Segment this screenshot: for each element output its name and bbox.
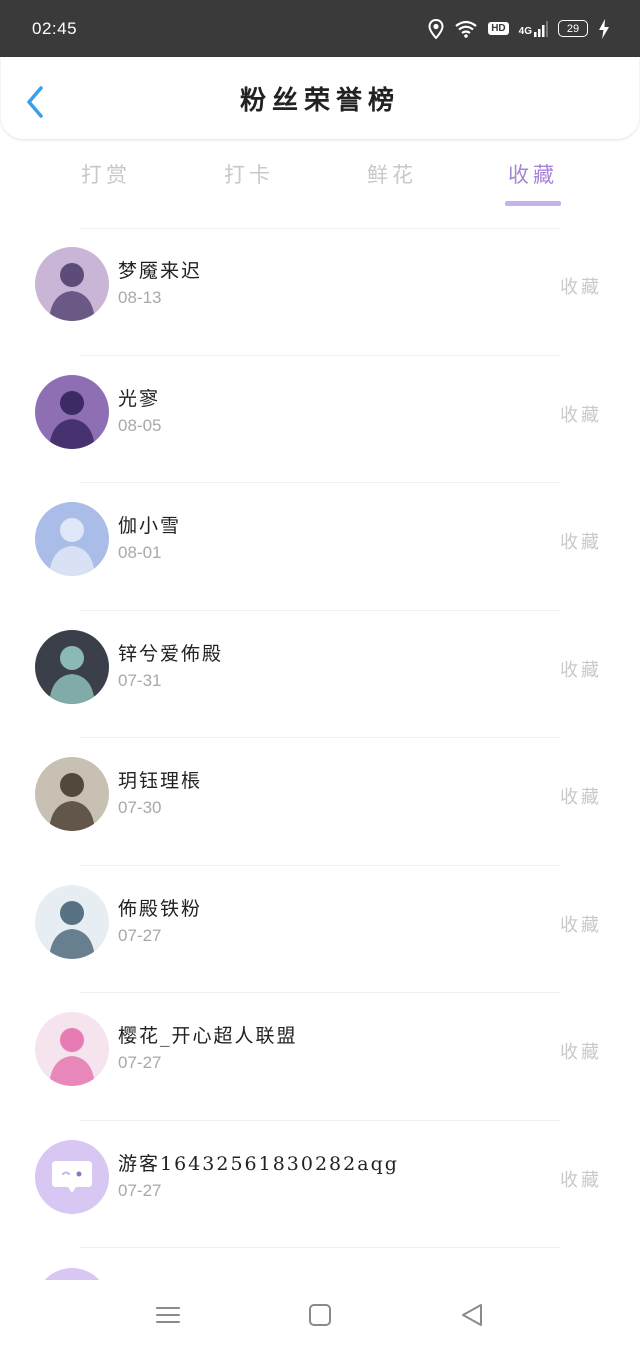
favorite-label: 收藏 [560,1169,602,1191]
favorite-label: 收藏 [560,659,602,681]
avatar [35,1268,109,1280]
square-icon [309,1304,331,1326]
status-bar: 02:45 HD 4G 29 [0,0,640,57]
tab-reward[interactable]: 打赏 [46,150,166,206]
avatar [35,1012,109,1086]
back-button[interactable] [23,85,49,119]
back-nav-button[interactable] [457,1300,487,1330]
triangle-back-icon [462,1304,482,1326]
location-icon [428,18,444,39]
fan-name: 伽小雪 [118,515,182,537]
favorite-label: 收藏 [560,277,602,298]
charging-icon [599,18,609,39]
home-button[interactable] [305,1300,335,1330]
fan-name: 樱花_开心超人联盟 [118,1025,298,1047]
tab-checkin[interactable]: 打卡 [189,150,309,206]
menu-button[interactable] [153,1300,183,1330]
fan-name: 光寥 [118,387,161,410]
list-item[interactable]: 梦魇来迟 08-13 收藏 [0,228,640,356]
fan-list: 梦魇来迟 08-13 收藏 光寥 08-05 收藏 伽小雪 08-01 收藏 锌… [0,228,640,1248]
avatar-figure-head [60,263,84,287]
fan-date: 07-30 [118,798,162,817]
tab-flowers[interactable]: 鲜花 [332,150,452,206]
battery-level: 29 [566,22,580,35]
list-item[interactable]: 佈殿铁粉 07-27 收藏 [0,866,640,993]
tab-favorites[interactable]: 收藏 [473,150,593,206]
fan-date: 07-27 [118,1053,162,1072]
avatar [35,247,109,321]
avatar [35,1139,109,1214]
avatar-figure-head [60,390,84,415]
favorite-label: 收藏 [560,787,602,808]
fan-date: 08-13 [118,288,162,307]
avatar-figure-head [60,645,84,670]
hd-badge: HD [488,22,509,35]
favorite-label: 收藏 [560,914,602,936]
avatar-figure-head [60,900,84,925]
avatar [35,629,109,704]
page-title: 粉丝荣誉榜 [239,85,400,116]
fan-name: 锌兮爱佈殿 [118,642,224,665]
status-icons: HD 4G 29 [428,18,610,39]
fan-date: 07-27 [118,1180,162,1200]
avatar-circle [35,1268,109,1280]
list-item[interactable]: 伽小雪 08-01 收藏 [0,483,640,611]
battery-icon: 29 [558,20,588,37]
menu-icon [156,1307,180,1323]
avatar [35,884,109,959]
fan-date: 08-01 [118,543,162,562]
fan-date: 08-05 [118,415,162,435]
chat-bubble-icon [52,1160,92,1193]
avatar [35,374,109,449]
avatar-image [35,374,109,449]
signal-icon [534,20,548,37]
list-item[interactable]: 光寥 08-05 收藏 [0,356,640,483]
signal-indicator: 4G [518,20,548,37]
fan-name: 游客16432561830282aqg [118,1152,399,1175]
favorite-label: 收藏 [560,532,602,553]
avatar-image [35,502,109,576]
favorite-label: 收藏 [560,1042,602,1063]
list-item[interactable]: 玥钰理棖 07-30 收藏 [0,738,640,866]
favorite-label: 收藏 [560,404,602,426]
list-item[interactable]: 游客16432561830282aqg 07-27 收藏 [0,1121,640,1248]
status-time: 02:45 [32,18,78,38]
wifi-icon [455,20,477,38]
fan-name: 佈殿铁粉 [118,897,203,920]
avatar [35,757,109,831]
fan-name: 梦魇来迟 [118,260,203,282]
network-label: 4G [518,25,532,37]
chevron-left-icon [27,86,43,118]
avatar-image [35,884,109,959]
avatar [35,502,109,576]
avatar-image [35,247,109,321]
fan-date: 07-27 [118,925,162,945]
list-item[interactable]: 锌兮爱佈殿 07-31 收藏 [0,611,640,738]
list-item[interactable]: 樱花_开心超人联盟 07-27 收藏 [0,993,640,1121]
avatar-image [35,1012,109,1086]
avatar-figure-head [60,1028,84,1052]
active-tab-indicator [505,201,561,206]
avatar-figure-head [60,518,84,542]
fan-date: 07-31 [118,670,162,690]
tab-bar: 打赏 打卡 鲜花 收藏 [0,150,640,208]
system-nav-bar [0,1280,640,1351]
avatar-figure-head [60,773,84,797]
avatar-image [35,629,109,704]
row-divider [80,1247,560,1248]
fan-name: 玥钰理棖 [118,770,203,792]
avatar-image [35,757,109,831]
header: 粉丝荣誉榜 [1,57,639,139]
